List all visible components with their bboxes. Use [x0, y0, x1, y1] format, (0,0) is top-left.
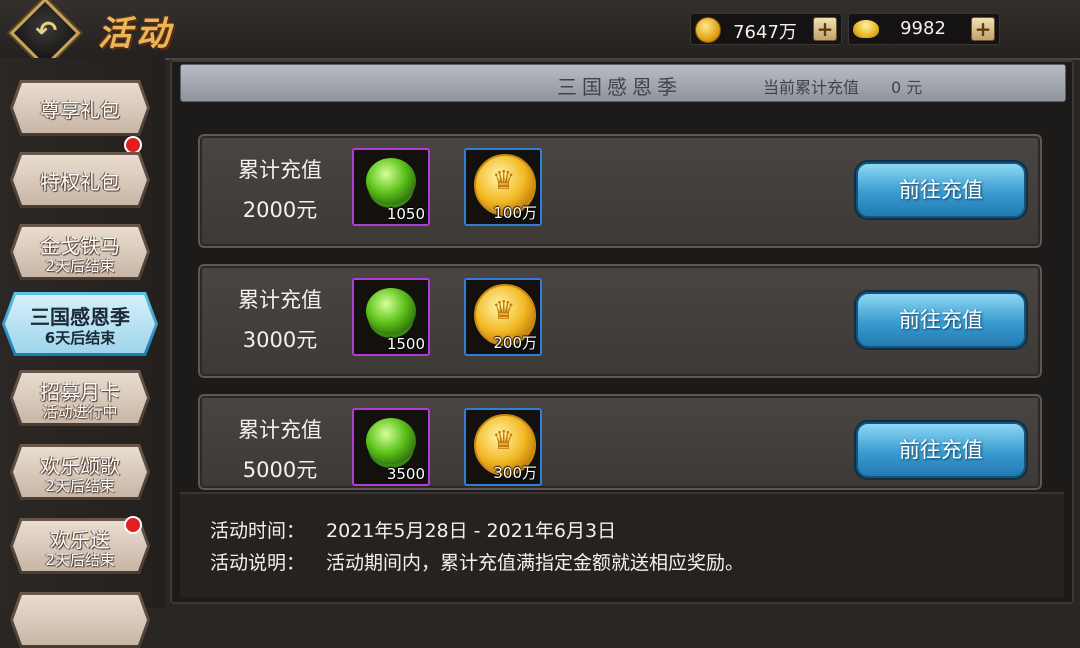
ingot-amount: 9982: [900, 18, 946, 39]
reward-item-seed[interactable]: 1500: [352, 278, 430, 356]
sidebar-item-label: 尊享礼包: [40, 98, 120, 122]
event-info: 活动时间： 2021年5月28日 - 2021年6月3日 活动说明： 活动期间内，累…: [180, 492, 1064, 598]
reward-tier: 累计充值 3000元 1500 200万 前往充值: [198, 264, 1042, 378]
tier-amount: 3000元: [242, 328, 318, 352]
sidebar-item-zunxiang[interactable]: 尊享礼包: [10, 80, 150, 136]
reward-tier: 累计充值 5000元 3500 300万 前往充值: [198, 394, 1042, 490]
reward-item-coin[interactable]: 100万: [464, 148, 542, 226]
sidebar-item-label: 三国感恩季: [30, 305, 130, 329]
reward-item-seed[interactable]: 3500: [352, 408, 430, 486]
tier-amount: 5000元: [242, 458, 318, 482]
item-quantity: 100万: [493, 204, 537, 222]
red-dot-badge-icon: [124, 516, 142, 534]
event-desc-label: 活动说明：: [210, 552, 306, 574]
tier-label: 累计充值: [238, 288, 322, 312]
reward-tier: 累计充值 2000元 1050 100万 前往充值: [198, 134, 1042, 248]
event-panel: 三国感恩季 当前累计充值 0 元 累计充值 2000元 1050 100万 前往…: [170, 60, 1074, 604]
gold-ingot-icon: [853, 20, 879, 38]
plus-icon: +: [974, 17, 992, 41]
back-arrow-icon: ↶: [35, 16, 58, 47]
add-gold-button[interactable]: +: [813, 17, 837, 41]
sidebar-item-status: 6天后结束: [44, 329, 116, 347]
go-recharge-button[interactable]: 前往充值: [856, 162, 1026, 218]
item-quantity: 200万: [493, 334, 537, 352]
total-recharge-value: 0 元: [891, 78, 923, 97]
green-seed-icon: [366, 158, 416, 204]
sidebar-item-status: 2天后结束: [45, 257, 115, 275]
event-description: 活动说明： 活动期间内，累计充值满指定金额就送相应奖励。: [210, 548, 744, 575]
event-time: 活动时间： 2021年5月28日 - 2021年6月3日: [210, 516, 616, 543]
top-bar: ↶ 活动 7647万 + 9982 +: [0, 0, 1080, 69]
gold-amount: 7647万: [733, 22, 797, 43]
item-quantity: 3500: [386, 465, 425, 483]
event-time-value: 2021年5月28日 - 2021年6月3日: [326, 520, 617, 542]
reward-item-coin[interactable]: 300万: [464, 408, 542, 486]
gold-currency: 7647万 +: [690, 13, 842, 45]
event-desc-value: 活动期间内，累计充值满指定金额就送相应奖励。: [326, 552, 745, 574]
sidebar: 尊享礼包 特权礼包 金戈铁马 2天后结束 三国感恩季 6天后结束 招募月卡 活动…: [0, 58, 165, 648]
sidebar-item-sanguo[interactable]: 三国感恩季 6天后结束: [2, 292, 158, 356]
tier-label: 累计充值: [238, 418, 322, 442]
green-seed-icon: [366, 418, 416, 464]
reward-item-seed[interactable]: 1050: [352, 148, 430, 226]
sidebar-item-status: 2天后结束: [45, 477, 115, 495]
tier-label: 累计充值: [238, 158, 322, 182]
tier-amount: 2000元: [242, 198, 318, 222]
event-header: 三国感恩季 当前累计充值 0 元: [180, 64, 1066, 102]
item-quantity: 1500: [386, 335, 425, 353]
sidebar-item-label: 特权礼包: [40, 170, 120, 194]
item-quantity: 1050: [386, 205, 425, 223]
gold-coin-icon: [695, 17, 721, 43]
page-title: 活动: [98, 14, 174, 54]
total-recharge-label: 当前累计充值: [763, 78, 860, 97]
sidebar-item-jingetiema[interactable]: 金戈铁马 2天后结束: [10, 224, 150, 280]
event-title: 三国感恩季: [557, 75, 682, 99]
reward-item-coin[interactable]: 200万: [464, 278, 542, 356]
sidebar-item-huanlesongge[interactable]: 欢乐颂歌 2天后结束: [10, 444, 150, 500]
sidebar-item-zhaomu[interactable]: 招募月卡 活动进行中: [10, 370, 150, 426]
sidebar-item-tequan[interactable]: 特权礼包: [10, 152, 150, 208]
event-time-label: 活动时间：: [210, 520, 306, 542]
sidebar-item-partial[interactable]: [10, 592, 150, 648]
go-recharge-button[interactable]: 前往充值: [856, 292, 1026, 348]
add-ingot-button[interactable]: +: [971, 17, 995, 41]
sidebar-item-status: 2天后结束: [45, 551, 115, 569]
green-seed-icon: [366, 288, 416, 334]
plus-icon: +: [816, 17, 834, 41]
red-dot-badge-icon: [124, 136, 142, 154]
item-quantity: 300万: [493, 464, 537, 482]
ingot-currency: 9982 +: [848, 13, 1000, 45]
go-recharge-button[interactable]: 前往充值: [856, 422, 1026, 478]
sidebar-item-status: 活动进行中: [42, 403, 118, 421]
